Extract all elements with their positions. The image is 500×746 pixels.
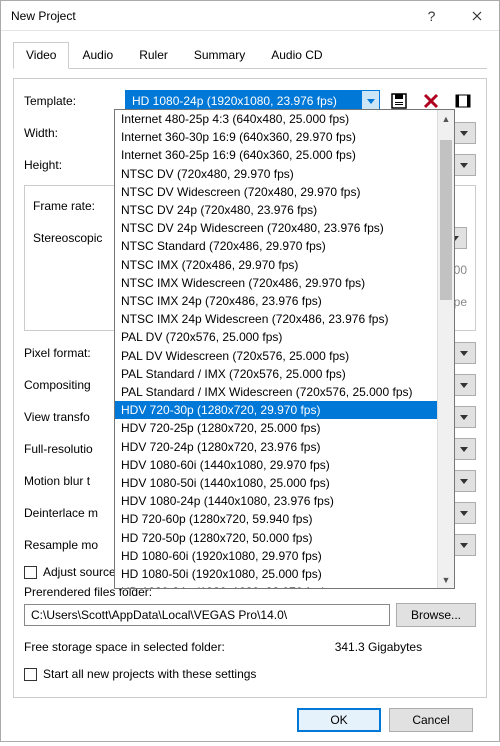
- dropdown-item[interactable]: NTSC DV (720x480, 29.970 fps): [115, 165, 437, 183]
- start-all-label: Start all new projects with these settin…: [43, 667, 256, 681]
- view-transform-dropdown[interactable]: [452, 406, 476, 428]
- template-label: Template:: [24, 94, 119, 108]
- deinterlace-label: Deinterlace m: [24, 506, 119, 520]
- dialog-footer: OK Cancel: [13, 698, 487, 746]
- dropdown-item[interactable]: Internet 360-25p 16:9 (640x360, 25.000 f…: [115, 146, 437, 164]
- dropdown-item[interactable]: HD 1080-60i (1920x1080, 29.970 fps): [115, 547, 437, 565]
- chevron-down-icon: [460, 383, 468, 388]
- motion-blur-dropdown[interactable]: [452, 470, 476, 492]
- scroll-up-button[interactable]: ▲: [438, 110, 454, 127]
- dropdown-item[interactable]: PAL DV (720x576, 25.000 fps): [115, 328, 437, 346]
- template-dropdown-list[interactable]: Internet 480-25p 4:3 (640x480, 25.000 fp…: [114, 109, 455, 589]
- window-title: New Project: [1, 9, 409, 23]
- dropdown-item[interactable]: NTSC IMX Widescreen (720x486, 29.970 fps…: [115, 274, 437, 292]
- free-space-value: 341.3 Gigabytes: [231, 640, 476, 654]
- dropdown-item[interactable]: PAL Standard / IMX (720x576, 25.000 fps): [115, 365, 437, 383]
- dropdown-item[interactable]: Internet 480-25p 4:3 (640x480, 25.000 fp…: [115, 110, 437, 128]
- dropdown-item[interactable]: NTSC DV 24p Widescreen (720x480, 23.976 …: [115, 219, 437, 237]
- new-project-dialog: New Project ? Video Audio Ruler Summary …: [0, 0, 500, 742]
- scroll-thumb[interactable]: [440, 140, 452, 300]
- dropdown-item[interactable]: HDV 1080-24p (1440x1080, 23.976 fps): [115, 492, 437, 510]
- chevron-down-icon: [460, 479, 468, 484]
- chevron-down-icon: [460, 543, 468, 548]
- tab-summary[interactable]: Summary: [181, 42, 258, 69]
- chevron-down-icon: [367, 99, 375, 104]
- resample-label: Resample mo: [24, 538, 119, 552]
- dropdown-item[interactable]: HD 1080-24p (1920x1080, 23.976 fps): [115, 583, 437, 588]
- tab-audio[interactable]: Audio: [69, 42, 126, 69]
- dropdown-item[interactable]: HDV 720-30p (1280x720, 29.970 fps): [115, 401, 437, 419]
- titlebar: New Project ?: [1, 1, 499, 31]
- free-space-label: Free storage space in selected folder:: [24, 640, 225, 654]
- dropdown-item[interactable]: HDV 720-25p (1280x720, 25.000 fps): [115, 419, 437, 437]
- dropdown-item[interactable]: HDV 1080-50i (1440x1080, 25.000 fps): [115, 474, 437, 492]
- dropdown-item[interactable]: HD 720-60p (1280x720, 59.940 fps): [115, 510, 437, 528]
- dropdown-item[interactable]: Internet 360-30p 16:9 (640x360, 29.970 f…: [115, 128, 437, 146]
- dropdown-item[interactable]: HD 720-50p (1280x720, 50.000 fps): [115, 529, 437, 547]
- resample-dropdown[interactable]: [452, 534, 476, 556]
- tab-video[interactable]: Video: [13, 42, 69, 69]
- compositing-dropdown[interactable]: [452, 374, 476, 396]
- full-resolution-label: Full-resolutio: [24, 442, 119, 456]
- dropdown-item[interactable]: HD 1080-50i (1920x1080, 25.000 fps): [115, 565, 437, 583]
- prerendered-path-field[interactable]: C:\Users\Scott\AppData\Local\VEGAS Pro\1…: [24, 604, 390, 626]
- width-aspect-dropdown[interactable]: [452, 122, 476, 144]
- dropdown-item[interactable]: NTSC IMX (720x486, 29.970 fps): [115, 256, 437, 274]
- browse-button[interactable]: Browse...: [396, 603, 476, 627]
- deinterlace-dropdown[interactable]: [452, 502, 476, 524]
- motion-blur-label: Motion blur t: [24, 474, 119, 488]
- help-button[interactable]: ?: [409, 1, 454, 31]
- height-label: Height:: [24, 158, 119, 172]
- dropdown-item[interactable]: NTSC DV Widescreen (720x480, 29.970 fps): [115, 183, 437, 201]
- chevron-down-icon: [460, 131, 468, 136]
- dropdown-item[interactable]: NTSC IMX 24p Widescreen (720x486, 23.976…: [115, 310, 437, 328]
- full-resolution-dropdown[interactable]: [452, 438, 476, 460]
- dropdown-item[interactable]: NTSC IMX 24p (720x486, 23.976 fps): [115, 292, 437, 310]
- chevron-down-icon: [460, 415, 468, 420]
- height-aspect-dropdown[interactable]: [452, 154, 476, 176]
- pixel-format-label: Pixel format:: [24, 346, 119, 360]
- dropdown-item[interactable]: HDV 720-24p (1280x720, 23.976 fps): [115, 438, 437, 456]
- dropdown-item[interactable]: NTSC DV 24p (720x480, 23.976 fps): [115, 201, 437, 219]
- dropdown-scrollbar[interactable]: ▲ ▼: [437, 110, 454, 588]
- dropdown-item[interactable]: NTSC Standard (720x486, 29.970 fps): [115, 237, 437, 255]
- dropdown-item[interactable]: HDV 1080-60i (1440x1080, 29.970 fps): [115, 456, 437, 474]
- scroll-down-button[interactable]: ▼: [438, 571, 454, 588]
- template-dropdown-arrow[interactable]: [361, 91, 379, 111]
- view-transform-label: View transfo: [24, 410, 119, 424]
- x-icon: [423, 93, 439, 109]
- tabstrip: Video Audio Ruler Summary Audio CD: [13, 41, 487, 69]
- pixel-format-dropdown[interactable]: [452, 342, 476, 364]
- chevron-down-icon: [460, 351, 468, 356]
- close-button[interactable]: [454, 1, 499, 31]
- dialog-content: Video Audio Ruler Summary Audio CD Templ…: [1, 31, 499, 746]
- ok-button[interactable]: OK: [297, 708, 381, 732]
- free-space-row: Free storage space in selected folder: 3…: [24, 635, 476, 659]
- chevron-down-icon: [460, 447, 468, 452]
- adjust-source-checkbox[interactable]: [24, 566, 37, 579]
- filmstrip-icon: [454, 92, 472, 110]
- dropdown-item[interactable]: PAL Standard / IMX Widescreen (720x576, …: [115, 383, 437, 401]
- width-label: Width:: [24, 126, 119, 140]
- chevron-down-icon: [460, 163, 468, 168]
- start-all-row: Start all new projects with these settin…: [24, 667, 476, 681]
- template-selected: HD 1080-24p (1920x1080, 23.976 fps): [126, 91, 361, 111]
- tab-ruler[interactable]: Ruler: [126, 42, 181, 69]
- start-all-checkbox[interactable]: [24, 668, 37, 681]
- cancel-button[interactable]: Cancel: [389, 708, 473, 732]
- tab-audio-cd[interactable]: Audio CD: [258, 42, 335, 69]
- compositing-label: Compositing: [24, 378, 119, 392]
- dropdown-listbox: Internet 480-25p 4:3 (640x480, 25.000 fp…: [115, 110, 437, 588]
- dropdown-item[interactable]: PAL DV Widescreen (720x576, 25.000 fps): [115, 347, 437, 365]
- prerendered-row: C:\Users\Scott\AppData\Local\VEGAS Pro\1…: [24, 603, 476, 627]
- floppy-disk-icon: [390, 92, 408, 110]
- chevron-down-icon: [460, 511, 468, 516]
